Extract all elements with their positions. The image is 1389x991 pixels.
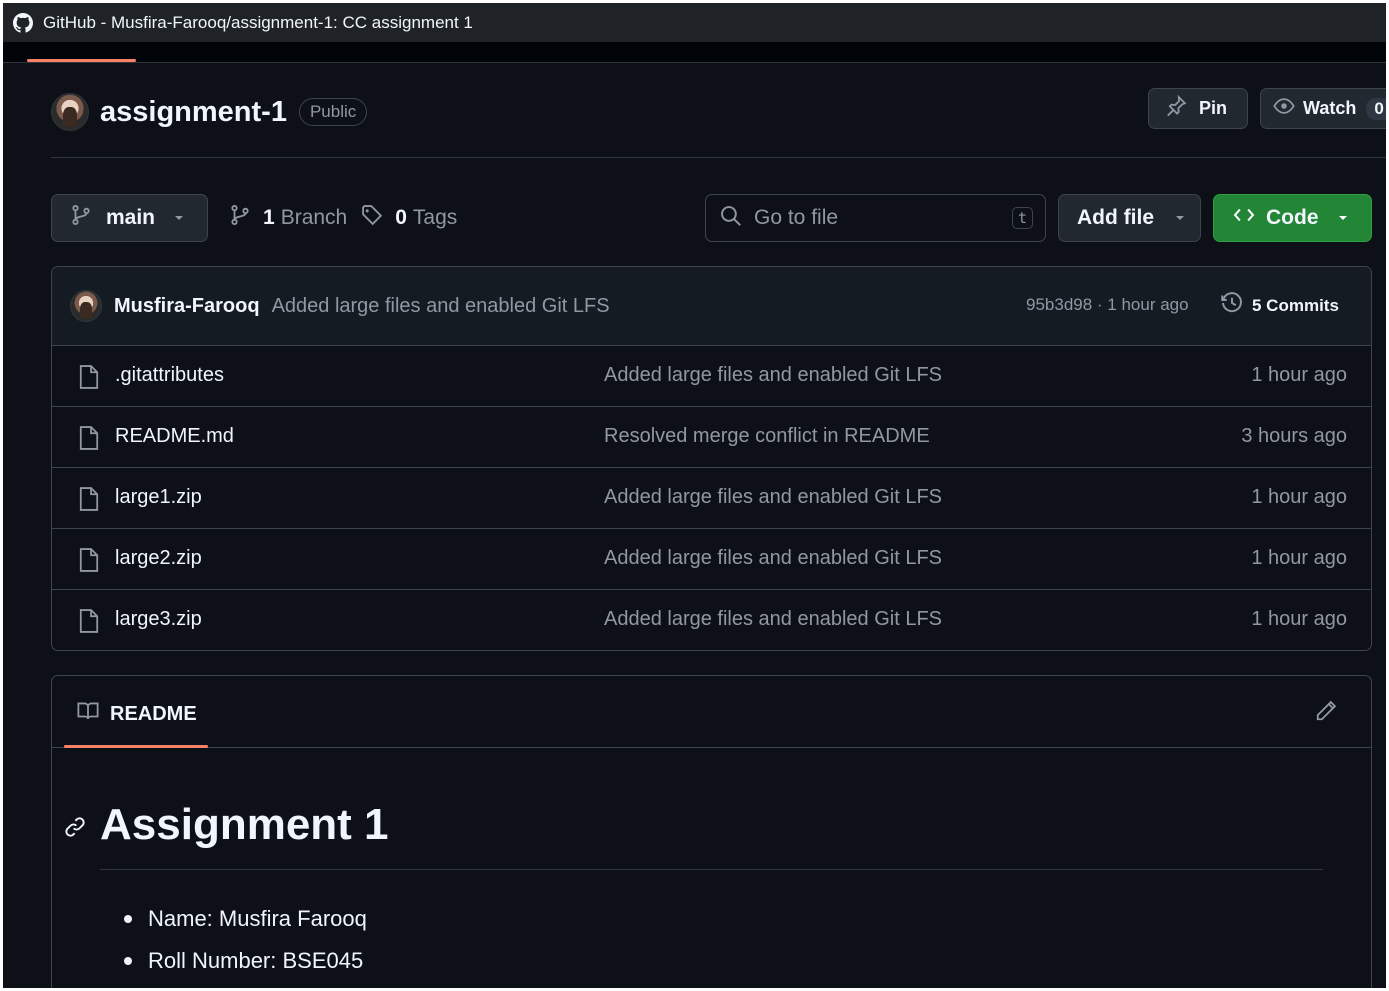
table-row[interactable]: large3.zip Added large files and enabled … [52,590,1371,650]
pencil-icon[interactable] [1315,700,1337,727]
title-bar: GitHub - Musfira-Farooq/assignment-1: CC… [3,3,1386,42]
file-commit-time: 1 hour ago [1251,486,1347,508]
heading-divider [100,869,1323,870]
table-row[interactable]: large2.zip Added large files and enabled … [52,529,1371,590]
history-icon [1220,291,1244,320]
pin-icon [1165,94,1187,122]
active-tab-indicator [27,59,136,62]
commit-author-avatar[interactable] [70,290,102,322]
git-branch-icon [70,204,92,232]
file-commit-message[interactable]: Added large files and enabled Git LFS [604,486,942,509]
watch-button[interactable]: Watch 0 [1260,88,1386,129]
file-name[interactable]: large2.zip [115,547,202,570]
browser-window: GitHub - Musfira-Farooq/assignment-1: CC… [3,3,1386,988]
commit-author[interactable]: Musfira-Farooq [114,295,260,318]
file-commit-time: 1 hour ago [1251,364,1347,386]
branch-tag-links: 1 Branch 0 Tags [229,204,457,232]
table-row[interactable]: large1.zip Added large files and enabled … [52,468,1371,529]
commits-count: 5 Commits [1252,295,1339,315]
file-commit-time: 3 hours ago [1241,425,1347,447]
file-icon [78,608,100,639]
keyboard-shortcut-hint: t [1011,207,1033,229]
branch-selector[interactable]: main [51,194,208,242]
latest-commit-bar: Musfira-Farooq Added large files and ena… [52,267,1371,346]
code-button[interactable]: Code [1213,194,1372,242]
branch-count-label[interactable]: Branch [281,206,348,230]
readme-list: Name: Musfira Farooq Roll Number: BSE045 [124,898,367,982]
file-commit-message[interactable]: Added large files and enabled Git LFS [604,547,942,570]
file-commit-message[interactable]: Added large files and enabled Git LFS [604,364,942,387]
file-name[interactable]: .gitattributes [115,364,224,387]
window-title: GitHub - Musfira-Farooq/assignment-1: CC… [43,12,473,32]
visibility-badge: Public [298,98,368,126]
list-item: Roll Number: BSE045 [124,940,367,982]
watch-label: Watch [1303,98,1357,118]
link-icon[interactable] [64,816,86,843]
add-file-label: Add file [1077,206,1154,229]
branch-name: main [106,206,156,229]
repo-nav-strip [3,42,1386,63]
book-icon [76,700,100,728]
commit-hash-time[interactable]: 95b3d98 · 1 hour ago [1026,295,1189,315]
file-commit-message[interactable]: Resolved merge conflict in README [604,425,930,448]
watch-count: 0 [1366,97,1386,120]
tag-count[interactable]: 0 [395,206,407,230]
chevron-down-icon [1174,206,1186,230]
search-placeholder: Go to file [754,206,839,229]
list-item: Name: Musfira Farooq [124,898,367,940]
file-icon [78,486,100,517]
file-name[interactable]: large3.zip [115,608,202,631]
file-name[interactable]: README.md [115,425,234,448]
go-to-file-input[interactable]: Go to file t [705,194,1046,242]
readme-panel: README Assignment 1 Name: Musfira Farooq… [51,675,1372,988]
tag-icon [361,204,383,232]
file-commit-message[interactable]: Added large files and enabled Git LFS [604,608,942,631]
file-icon [78,547,100,578]
tag-count-label[interactable]: Tags [413,206,457,230]
repo-header: assignment-1 Public [51,92,368,132]
branch-count[interactable]: 1 [263,206,275,230]
git-branch-icon [229,204,251,232]
owner-avatar[interactable] [51,93,89,131]
chevron-down-icon [1337,206,1349,230]
github-mark-icon [13,12,33,33]
file-browser: Musfira-Farooq Added large files and ena… [51,266,1372,651]
code-icon [1232,204,1256,232]
readme-tab-indicator [64,745,208,748]
file-commit-time: 1 hour ago [1251,547,1347,569]
code-label: Code [1266,206,1319,229]
file-icon [78,425,100,456]
eye-icon [1273,95,1295,122]
pin-button[interactable]: Pin [1148,88,1248,129]
file-icon [78,364,100,395]
add-file-button[interactable]: Add file [1058,194,1201,242]
pin-label: Pin [1199,98,1228,118]
readme-tab-label: README [110,702,197,725]
file-name[interactable]: large1.zip [115,486,202,509]
commit-message[interactable]: Added large files and enabled Git LFS [272,295,610,318]
readme-tab[interactable]: README [76,700,197,728]
commits-link[interactable]: 5 Commits [1220,291,1339,320]
header-divider [51,157,1386,158]
search-icon [720,205,742,232]
table-row[interactable]: README.md Resolved merge conflict in READ… [52,407,1371,468]
chevron-down-icon [173,206,185,230]
readme-heading: Assignment 1 [100,800,389,849]
file-commit-time: 1 hour ago [1251,608,1347,630]
repo-name[interactable]: assignment-1 [100,96,287,129]
table-row[interactable]: .gitattributes Added large files and enab… [52,346,1371,407]
readme-header: README [52,676,1371,748]
